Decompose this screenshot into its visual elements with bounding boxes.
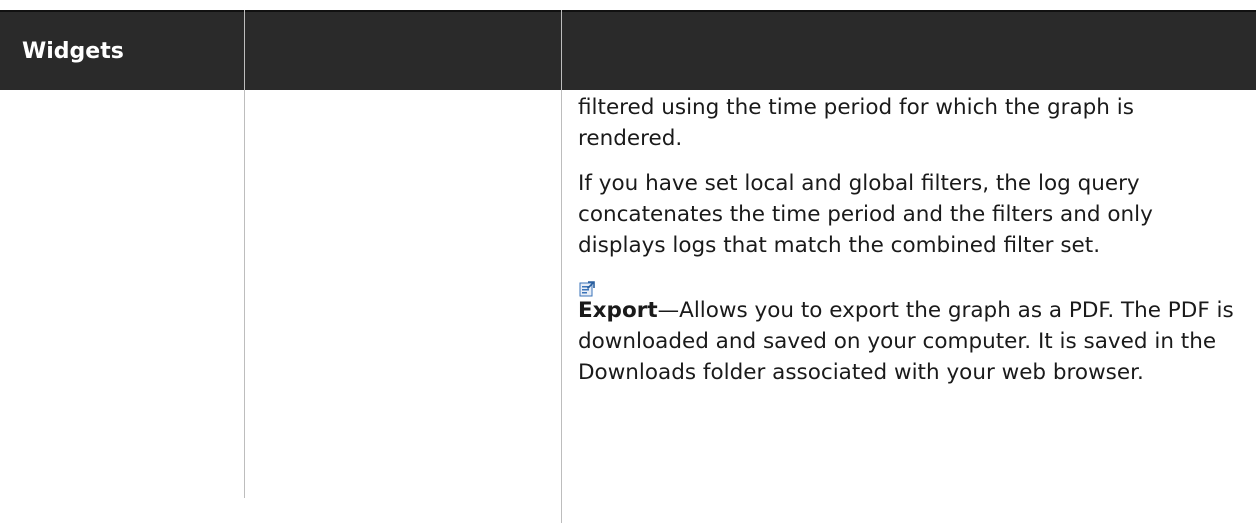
column-divider — [561, 10, 562, 523]
column-divider — [244, 10, 245, 498]
description-cell: filtered using the time period for which… — [578, 88, 1238, 402]
paragraph-filter-combination: If you have set local and global filters… — [578, 171, 1153, 258]
table-header-row: Widgets — [0, 10, 1256, 90]
export-description: —Allows you to export the graph as a PDF… — [578, 298, 1234, 385]
export-term: Export — [578, 298, 658, 323]
paragraph-export: Export—Allows you to export the graph as… — [578, 295, 1238, 388]
widgets-table: Widgets filtered using the time period f… — [0, 10, 1256, 523]
table-header-label: Widgets — [22, 39, 124, 64]
paragraph-time-filter: filtered using the time period for which… — [578, 95, 1134, 151]
export-icon[interactable] — [579, 275, 595, 297]
